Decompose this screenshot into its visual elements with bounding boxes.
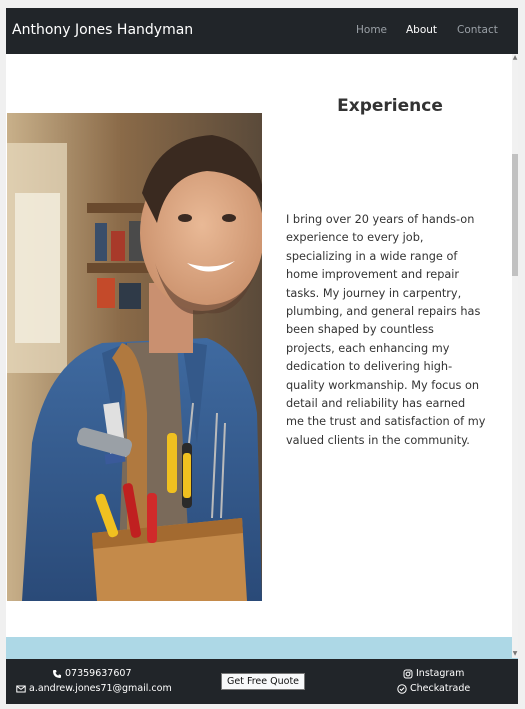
page-scrollbar[interactable]: ▲ ▼ xyxy=(512,54,518,658)
navbar: Anthony Jones Handyman Home About Contac… xyxy=(6,8,518,54)
checkatrade-link[interactable]: Checkatrade xyxy=(397,683,470,694)
scroll-down-icon[interactable]: ▼ xyxy=(512,650,518,658)
scroll-up-icon[interactable]: ▲ xyxy=(512,54,518,62)
accent-band xyxy=(6,637,518,659)
scroll-thumb[interactable] xyxy=(512,154,518,276)
experience-heading: Experience xyxy=(337,96,443,117)
nav-contact-link[interactable]: Contact xyxy=(457,24,498,36)
instagram-icon xyxy=(403,669,413,679)
footer: 07359637607 a.andrew.jones71@gmail.com G… xyxy=(6,659,518,704)
email-contact[interactable]: a.andrew.jones71@gmail.com xyxy=(16,683,172,694)
check-circle-icon xyxy=(397,683,407,694)
email-address: a.andrew.jones71@gmail.com xyxy=(29,683,172,694)
brand-title[interactable]: Anthony Jones Handyman xyxy=(12,22,193,38)
nav-home-link[interactable]: Home xyxy=(356,24,387,36)
handyman-photo xyxy=(7,113,262,601)
nav-about-link[interactable]: About xyxy=(406,24,437,36)
phone-icon xyxy=(52,669,62,679)
experience-text: I bring over 20 years of hands-on experi… xyxy=(286,213,486,447)
instagram-label: Instagram xyxy=(416,668,465,679)
phone-number: 07359637607 xyxy=(65,668,132,679)
get-free-quote-button[interactable]: Get Free Quote xyxy=(221,673,306,690)
page: Anthony Jones Handyman Home About Contac… xyxy=(6,8,518,704)
checkatrade-label: Checkatrade xyxy=(410,683,471,694)
phone-contact[interactable]: 07359637607 xyxy=(52,668,132,679)
instagram-link[interactable]: Instagram xyxy=(403,668,464,679)
envelope-icon xyxy=(16,684,26,694)
